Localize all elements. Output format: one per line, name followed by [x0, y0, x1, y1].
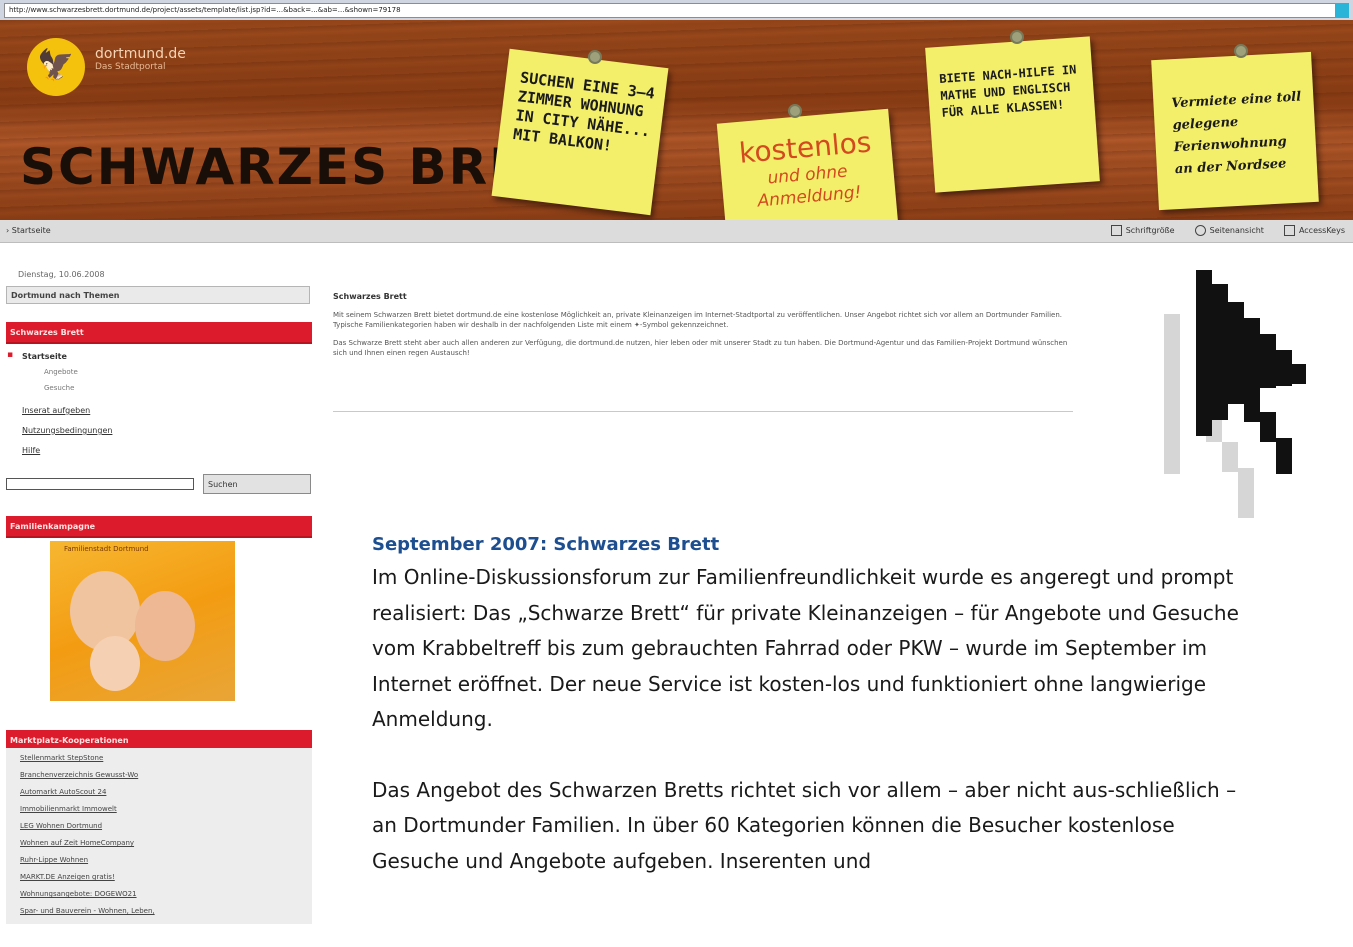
topics-dropdown[interactable]: Dortmund nach Themen — [6, 286, 310, 304]
market-link[interactable]: Branchenverzeichnis Gewusst-Wo — [20, 771, 138, 779]
header-banner: 🦅 dortmund.de Das Stadtportal SCHWARZES … — [0, 20, 1353, 220]
contrast-icon — [1194, 225, 1206, 236]
pin-icon — [1236, 46, 1246, 56]
sidebar-item-inserat[interactable]: Inserat aufgeben — [22, 406, 90, 415]
market-link[interactable]: LEG Wohnen Dortmund — [20, 822, 102, 830]
article-text: September 2007: Schwarzes Brett Im Onlin… — [372, 530, 1252, 879]
current-date: Dienstag, 10.06.2008 — [18, 270, 105, 279]
market-link[interactable]: Immobilienmarkt Immowelt — [20, 805, 117, 813]
pin-icon — [1012, 32, 1022, 42]
page-content: Schwarzes Brett Mit seinem Schwarzen Bre… — [333, 292, 1073, 358]
family-campaign-image[interactable]: Familienstadt Dortmund — [50, 541, 235, 701]
market-link[interactable]: Stellenmarkt StepStone — [20, 754, 103, 762]
article-paragraph: Im Online-Diskussionsforum zur Familienf… — [372, 565, 1239, 731]
sticky-note-free: kostenlos und ohne Anmeldung! — [716, 108, 900, 220]
search-button[interactable]: Suchen — [203, 474, 311, 494]
sticky-note-apartment: SUCHEN EINE 3–4 ZIMMER WOHNUNG IN CITY N… — [491, 48, 669, 216]
sticky-note-tutoring: BIETE NACH-HILFE IN MATHE UND ENGLISCH F… — [925, 36, 1100, 193]
eagle-icon: 🦅 — [37, 48, 75, 83]
sidebar-item-angebote[interactable]: Angebote — [44, 368, 78, 376]
sticky-note-holiday-flat: Vermiete eine toll gelegene Ferienwohnun… — [1151, 51, 1319, 211]
market-link[interactable]: Wohnen auf Zeit HomeCompany — [20, 839, 134, 847]
campaign-header: Familienkampagne — [6, 516, 312, 538]
address-bar: http://www.schwarzesbrett.dortmund.de/pr… — [0, 0, 1353, 21]
page-view-label: Seitenansicht — [1209, 226, 1264, 235]
content-heading: Schwarzes Brett — [333, 292, 407, 301]
family-photo — [135, 591, 195, 661]
pin-icon — [590, 52, 600, 62]
breadcrumb-bar: › Startseite Schriftgröße Seitenansicht … — [0, 220, 1353, 243]
breadcrumb-home[interactable]: › Startseite — [6, 220, 51, 242]
article-paragraph: Das Angebot des Schwarzen Bretts richtet… — [372, 777, 1237, 873]
sidebar-item-startseite[interactable]: Startseite — [22, 352, 67, 361]
accesskeys-label: AccessKeys — [1298, 226, 1345, 235]
accesskeys-button[interactable]: AccessKeys — [1283, 220, 1345, 242]
mouse-pointer-icon — [1164, 270, 1306, 518]
sidebar-item-gesuche[interactable]: Gesuche — [44, 384, 74, 392]
sticky-note-text: SUCHEN EINE 3–4 ZIMMER WOHNUNG IN CITY N… — [512, 68, 656, 155]
font-size-button[interactable]: Schriftgröße — [1110, 220, 1175, 242]
font-size-label: Schriftgröße — [1125, 226, 1175, 235]
site-brand[interactable]: dortmund.de Das Stadtportal — [95, 46, 186, 72]
sticky-note-text: BIETE NACH-HILFE IN MATHE UND ENGLISCH F… — [938, 62, 1077, 120]
site-subtitle: Das Stadtportal — [95, 62, 166, 72]
flag-icon — [1283, 225, 1295, 236]
divider — [333, 411, 1073, 412]
toolbar: Schriftgröße Seitenansicht AccessKeys — [1110, 220, 1345, 242]
sidebar-item-hilfe[interactable]: Hilfe — [22, 446, 40, 455]
site-name: dortmund.de — [95, 46, 186, 62]
go-button[interactable] — [1335, 3, 1349, 18]
market-link[interactable]: Wohnungsangebote: DOGEWO21 — [20, 890, 137, 898]
search-input[interactable] — [6, 478, 194, 490]
left-sidebar: Dienstag, 10.06.2008 Dortmund nach Theme… — [0, 242, 315, 947]
market-link[interactable]: Automarkt AutoScout 24 — [20, 788, 106, 796]
sidebar-item-nutzungsbedingungen[interactable]: Nutzungsbedingungen — [22, 426, 112, 435]
campaign-image-label: Familienstadt Dortmund — [64, 545, 149, 553]
url-field[interactable]: http://www.schwarzesbrett.dortmund.de/pr… — [4, 3, 1336, 18]
family-photo — [90, 636, 140, 691]
article-heading: September 2007: Schwarzes Brett — [372, 534, 720, 555]
market-link[interactable]: Spar- und Bauverein - Wohnen, Leben, — [20, 907, 155, 915]
content-paragraph: Das Schwarze Brett steht aber auch allen… — [333, 339, 1068, 357]
font-size-icon — [1110, 225, 1122, 236]
market-link[interactable]: Ruhr-Lippe Wohnen — [20, 856, 88, 864]
page-view-button[interactable]: Seitenansicht — [1194, 220, 1264, 242]
pin-icon — [790, 106, 800, 116]
sticky-note-text: Vermiete eine toll gelegene Ferienwohnun… — [1171, 89, 1302, 178]
content-paragraph: Mit seinem Schwarzen Brett bietet dortmu… — [333, 311, 1063, 329]
active-bullet-icon: ▪ — [7, 350, 14, 360]
market-list: Stellenmarkt StepStone Branchenverzeichn… — [6, 748, 312, 924]
section-header: Schwarzes Brett — [6, 322, 312, 344]
market-link[interactable]: MARKT.DE Anzeigen gratis! — [20, 873, 115, 881]
dortmund-logo[interactable]: 🦅 — [27, 38, 85, 96]
